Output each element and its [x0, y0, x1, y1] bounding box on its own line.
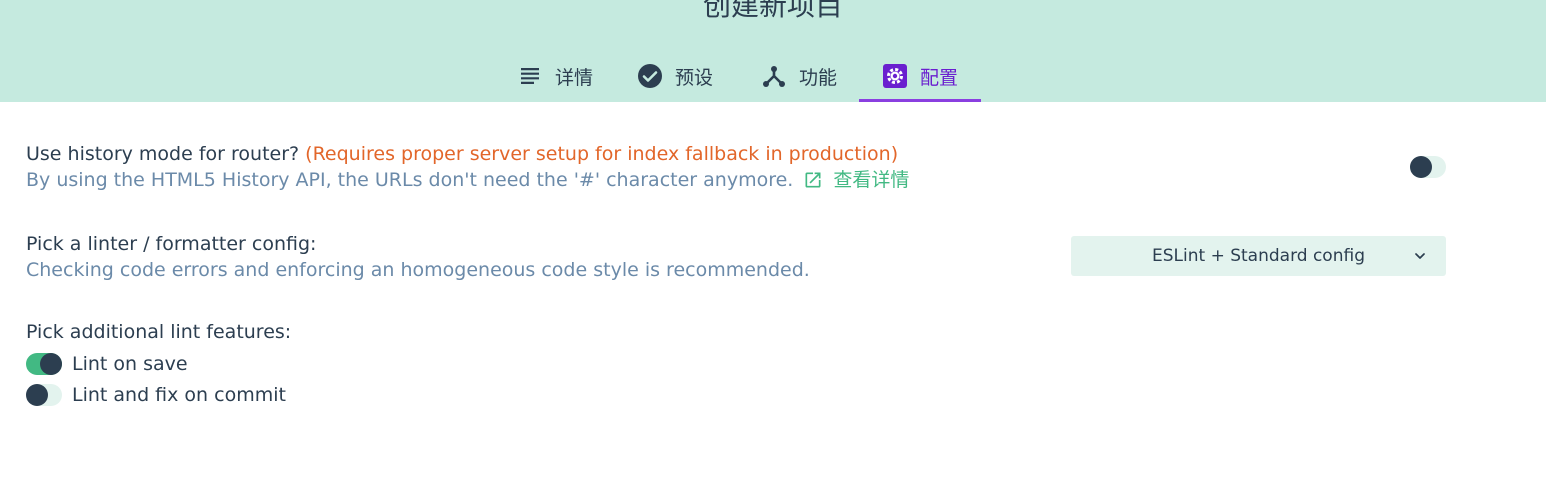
tab-details-label: 详情: [554, 66, 593, 89]
lint-fix-commit-label: Lint and fix on commit: [72, 384, 286, 406]
tab-config[interactable]: 配置: [859, 50, 981, 102]
toggle-knob: [40, 353, 62, 375]
toggle-knob: [1410, 156, 1432, 178]
list-icon: [517, 63, 543, 89]
lint-on-save-toggle[interactable]: [26, 353, 62, 375]
tab-bar: 详情 预设 功能 配置: [0, 50, 1546, 102]
check-circle-icon: [637, 63, 663, 89]
history-mode-setting: Use history mode for router? (Requires p…: [26, 141, 1446, 193]
tab-presets[interactable]: 预设: [620, 50, 730, 102]
history-mode-label: Use history mode for router?: [26, 143, 300, 165]
history-mode-details-link[interactable]: 查看详情: [803, 167, 909, 193]
gear-icon: [882, 63, 908, 89]
header-bar: 创建新项目 详情 预设 功能 配置: [0, 0, 1546, 102]
tab-features-label: 功能: [798, 66, 837, 89]
history-mode-toggle[interactable]: [1410, 156, 1446, 178]
page-title: 创建新项目: [702, 0, 843, 22]
linter-select[interactable]: ESLint + Standard config: [1071, 236, 1446, 276]
tab-config-label: 配置: [919, 66, 958, 89]
history-mode-description: By using the HTML5 History API, the URLs…: [26, 169, 794, 191]
history-mode-description-line: By using the HTML5 History API, the URLs…: [26, 167, 1446, 193]
tab-features[interactable]: 功能: [744, 50, 854, 102]
toggle-knob: [26, 384, 48, 406]
lint-features-label: Pick additional lint features:: [26, 321, 292, 343]
history-mode-warning: (Requires proper server setup for index …: [305, 143, 899, 165]
external-link-icon: [805, 172, 821, 188]
lint-on-save-label: Lint on save: [72, 353, 188, 375]
lint-fix-commit-option: Lint and fix on commit: [26, 383, 286, 407]
history-mode-details-label: 查看详情: [833, 169, 910, 191]
lint-on-save-option: Lint on save: [26, 352, 188, 376]
tab-details[interactable]: 详情: [500, 50, 610, 102]
history-mode-label-line: Use history mode for router? (Requires p…: [26, 141, 1446, 167]
fork-icon: [761, 63, 787, 89]
lint-fix-commit-toggle[interactable]: [26, 384, 62, 406]
lint-features-setting: Pick additional lint features:: [26, 319, 1446, 345]
linter-select-value: ESLint + Standard config: [1152, 246, 1365, 266]
chevron-down-icon: [1415, 253, 1425, 259]
tab-presets-label: 预设: [674, 66, 713, 89]
